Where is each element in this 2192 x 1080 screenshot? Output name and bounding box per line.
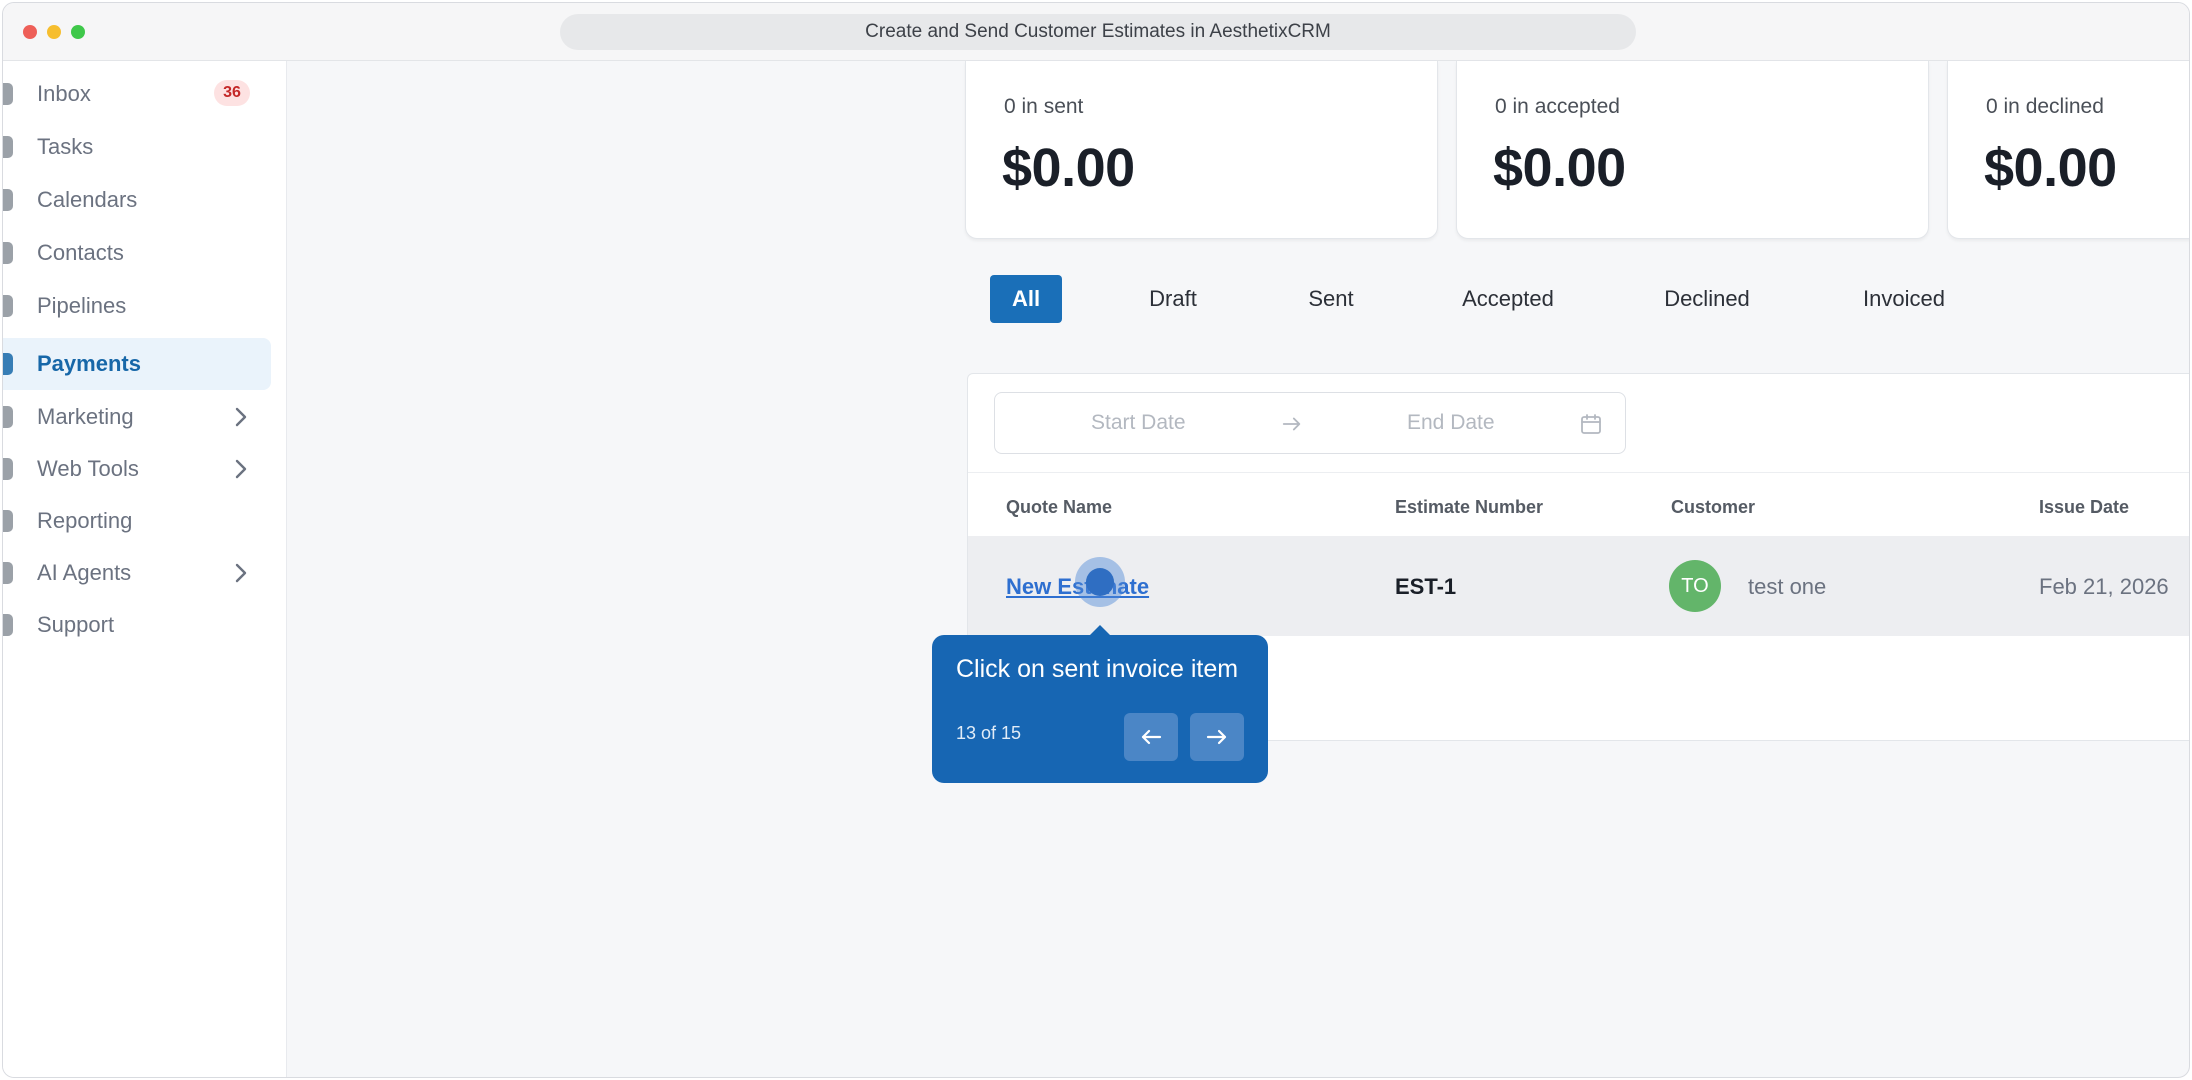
date-range-picker[interactable]: Start Date End Date bbox=[994, 392, 1626, 454]
tab-accepted[interactable]: Accepted bbox=[1448, 275, 1568, 323]
sidebar-item-payments[interactable]: Payments bbox=[3, 338, 271, 390]
customer-name: test one bbox=[1748, 574, 1827, 599]
calendar-icon[interactable] bbox=[1579, 412, 1603, 436]
sidebar-item-label: Payments bbox=[37, 351, 141, 376]
close-window-icon[interactable] bbox=[23, 25, 37, 39]
end-date-input[interactable]: End Date bbox=[1407, 411, 1495, 435]
estimate-number: EST-1 bbox=[1395, 574, 1457, 599]
chevron-right-icon[interactable] bbox=[229, 405, 253, 429]
summary-card-declined: 0 in declined $0.00 bbox=[1947, 61, 2189, 239]
sidebar-item-label: Tasks bbox=[37, 134, 94, 159]
column-header-customer[interactable]: Customer bbox=[1671, 497, 1755, 518]
walkthrough-tooltip: Click on sent invoice item 13 of 15 bbox=[932, 625, 1268, 783]
summary-card-sent: 0 in sent $0.00 bbox=[965, 61, 1438, 239]
start-date-input[interactable]: Start Date bbox=[1091, 411, 1186, 435]
chevron-right-icon[interactable] bbox=[229, 457, 253, 481]
ai-agents-icon bbox=[3, 562, 13, 584]
card-amount: $0.00 bbox=[1984, 138, 2117, 198]
sidebar-item-ai-agents[interactable]: AI Agents bbox=[3, 547, 271, 599]
sidebar-item-calendars[interactable]: Calendars bbox=[3, 174, 271, 226]
tab-sent[interactable]: Sent bbox=[1286, 275, 1376, 323]
arrow-right-icon bbox=[1282, 417, 1301, 431]
card-amount: $0.00 bbox=[1493, 138, 1626, 198]
title-bar: Create and Send Customer Estimates in Ae… bbox=[3, 3, 2189, 61]
app-window: Create and Send Customer Estimates in Ae… bbox=[2, 2, 2190, 1078]
marketing-icon bbox=[3, 406, 13, 428]
sidebar-item-label: Support bbox=[37, 612, 115, 637]
card-caption: 0 in sent bbox=[1004, 95, 1084, 118]
table-header: Quote Name Estimate Number Customer Issu… bbox=[968, 472, 2189, 536]
chevron-right-icon[interactable] bbox=[229, 561, 253, 585]
sidebar-item-pipelines[interactable]: Pipelines bbox=[3, 280, 271, 332]
inbox-count-badge: 36 bbox=[214, 80, 250, 106]
maximize-window-icon[interactable] bbox=[71, 25, 85, 39]
support-icon bbox=[3, 614, 13, 636]
column-header-quote-name[interactable]: Quote Name bbox=[1006, 497, 1112, 518]
pipelines-icon bbox=[3, 295, 13, 317]
arrow-left-icon bbox=[1141, 729, 1162, 745]
calendar-icon bbox=[3, 189, 13, 211]
sidebar-item-label: Web Tools bbox=[37, 456, 139, 481]
issue-date: Feb 21, 2026 bbox=[2039, 574, 2169, 599]
column-header-estimate-number[interactable]: Estimate Number bbox=[1395, 497, 1543, 518]
reporting-icon bbox=[3, 510, 13, 532]
tooltip-step-counter: 13 of 15 bbox=[956, 723, 1022, 743]
customer-avatar: TO bbox=[1669, 560, 1721, 612]
click-hint-dot bbox=[1086, 568, 1114, 596]
sidebar-item-marketing[interactable]: Marketing bbox=[3, 391, 271, 443]
sidebar-item-label: Calendars bbox=[37, 187, 138, 212]
tab-declined[interactable]: Declined bbox=[1647, 275, 1767, 323]
sidebar-item-label: AI Agents bbox=[37, 560, 132, 585]
contacts-icon bbox=[3, 242, 13, 264]
tooltip-previous-button[interactable] bbox=[1124, 713, 1178, 761]
web-tools-icon bbox=[3, 458, 13, 480]
sidebar-item-label: Inbox bbox=[37, 81, 91, 106]
sidebar-item-tasks[interactable]: Tasks bbox=[3, 121, 271, 173]
window-title: Create and Send Customer Estimates in Ae… bbox=[560, 14, 1636, 50]
summary-card-accepted: 0 in accepted $0.00 bbox=[1456, 61, 1929, 239]
card-caption: 0 in accepted bbox=[1495, 95, 1620, 118]
sidebar-item-label: Contacts bbox=[37, 240, 124, 265]
tasks-icon bbox=[3, 136, 13, 158]
sidebar-item-label: Marketing bbox=[37, 404, 134, 429]
tab-all[interactable]: All bbox=[990, 275, 1062, 323]
column-header-issue-date[interactable]: Issue Date bbox=[2039, 497, 2129, 518]
payments-icon bbox=[3, 353, 13, 375]
arrow-right-icon bbox=[1206, 729, 1227, 745]
minimize-window-icon[interactable] bbox=[47, 25, 61, 39]
tooltip-message: Click on sent invoice item bbox=[956, 655, 1239, 683]
sidebar-item-support[interactable]: Support bbox=[3, 599, 271, 651]
sidebar-item-label: Reporting bbox=[37, 508, 133, 533]
tooltip-next-button[interactable] bbox=[1190, 713, 1244, 761]
sidebar-item-reporting[interactable]: Reporting bbox=[3, 495, 271, 547]
tooltip-arrow bbox=[1090, 625, 1110, 635]
inbox-icon bbox=[3, 83, 13, 105]
tab-invoiced[interactable]: Invoiced bbox=[1849, 275, 1959, 323]
card-amount: $0.00 bbox=[1002, 138, 1135, 198]
tab-draft[interactable]: Draft bbox=[1128, 275, 1218, 323]
sidebar-item-web-tools[interactable]: Web Tools bbox=[3, 443, 271, 495]
sidebar: Inbox 36 Tasks Calendars Contacts Pipeli… bbox=[3, 61, 287, 1077]
sidebar-item-inbox[interactable]: Inbox 36 bbox=[3, 68, 271, 120]
table-row[interactable]: New Estimate EST-1 TO test one Feb 21, 2… bbox=[968, 536, 2189, 636]
sidebar-item-label: Pipelines bbox=[37, 293, 127, 318]
card-caption: 0 in declined bbox=[1986, 95, 2104, 118]
sidebar-item-contacts[interactable]: Contacts bbox=[3, 227, 271, 279]
